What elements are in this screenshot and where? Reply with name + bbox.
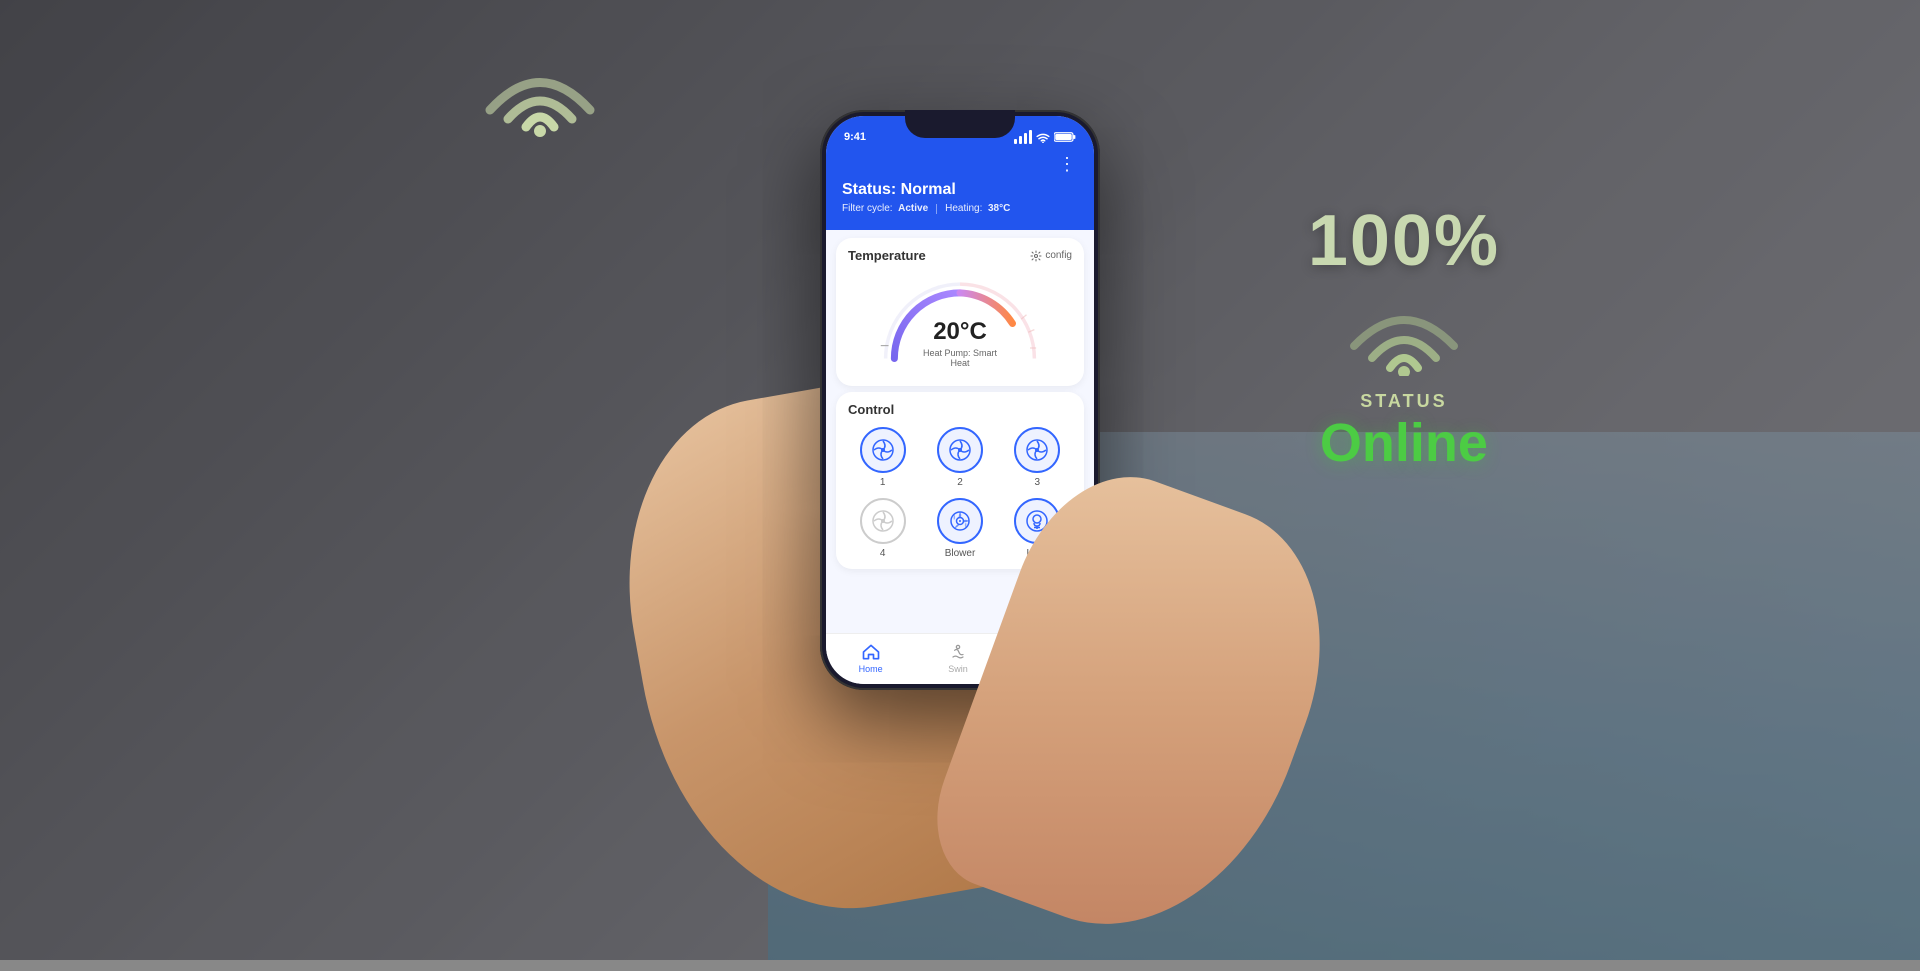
control-item-jet3: 3 (1003, 427, 1072, 488)
wifi-top-svg (480, 40, 600, 140)
phone-hands-container: 9:41 (700, 110, 1220, 910)
control-item-jet4: 4 (848, 498, 917, 559)
nav-home-label: Home (859, 664, 883, 674)
app-header-top: ⋮ (842, 154, 1078, 175)
control-item-jet2: 2 (925, 427, 994, 488)
jet2-label: 2 (957, 477, 963, 488)
jet4-icon (870, 508, 896, 534)
control-item-jet1: 1 (848, 427, 917, 488)
jet3-label: 3 (1035, 477, 1041, 488)
gauge-center-display: 20°C Heat Pump: Smart Heat (915, 318, 1005, 368)
nav-swim-label: Swin (948, 664, 968, 674)
nav-swim[interactable]: Swin (948, 642, 968, 674)
jet4-button[interactable] (860, 498, 906, 544)
blower-button[interactable] (937, 498, 983, 544)
status-right-panel: 100% STATUS Online (1308, 200, 1500, 474)
swim-icon (948, 642, 968, 662)
blower-label: Blower (945, 548, 976, 559)
current-temperature: 20°C (915, 318, 1005, 346)
control-item-blower: Blower (925, 498, 994, 559)
device-status-title: Status: Normal (842, 181, 1078, 199)
jet1-icon (870, 437, 896, 463)
jet3-button[interactable] (1014, 427, 1060, 473)
home-icon (861, 642, 881, 662)
phone-notch (905, 110, 1015, 138)
status-divider (936, 204, 937, 214)
device-status-detail: Filter cycle: Active Heating: 38°C (842, 203, 1078, 214)
status-bar-time: 9:41 (844, 131, 866, 143)
more-menu-button[interactable]: ⋮ (1058, 154, 1078, 175)
temperature-gauge: − 20°C Heat Pump: Smart Heat (870, 271, 1050, 376)
gauge-minus: − (880, 338, 889, 356)
filter-label: Filter cycle: Active (842, 203, 928, 214)
nav-home[interactable]: Home (859, 642, 883, 674)
jet2-button[interactable] (937, 427, 983, 473)
wifi-status-icon (1036, 131, 1050, 143)
signal-percentage: 100% (1308, 200, 1500, 282)
heating-label: Heating: 38°C (945, 203, 1010, 214)
jet1-label: 1 (880, 477, 886, 488)
signal-icon (1014, 130, 1032, 144)
blower-icon (947, 508, 973, 534)
temp-section-title: Temperature (848, 248, 926, 263)
jet3-icon (1024, 437, 1050, 463)
control-section-title: Control (848, 402, 1072, 417)
jet1-button[interactable] (860, 427, 906, 473)
wifi-top-icon (480, 40, 600, 145)
jet4-label: 4 (880, 548, 886, 559)
status-bar-icons (1014, 130, 1076, 144)
temperature-section: Temperature config (836, 238, 1084, 386)
status-label: STATUS (1308, 391, 1500, 412)
status-online-value: Online (1308, 412, 1500, 474)
temp-section-header: Temperature config (848, 248, 1072, 263)
app-header: ⋮ Status: Normal Filter cycle: Active He… (826, 148, 1094, 230)
battery-icon (1054, 131, 1076, 143)
config-button[interactable]: config (1030, 250, 1072, 262)
heat-pump-mode: Heat Pump: Smart Heat (915, 348, 1005, 368)
config-label: config (1045, 250, 1072, 261)
wifi-right-icon (1308, 282, 1500, 385)
scene-container: 100% STATUS Online 9:41 (0, 0, 1920, 960)
jet2-icon (947, 437, 973, 463)
gear-icon (1030, 250, 1042, 262)
